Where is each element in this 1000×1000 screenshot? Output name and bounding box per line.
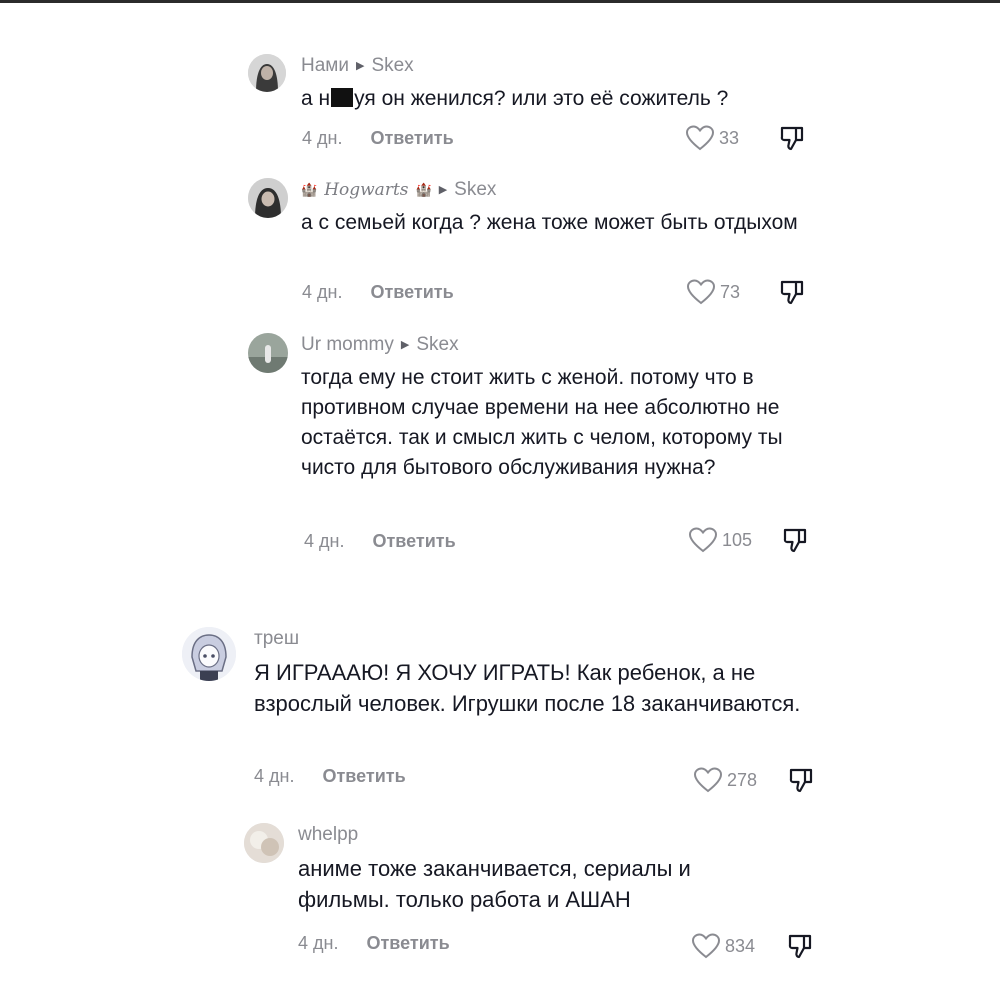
comment-actions: 4 дн. Ответить [304, 531, 456, 552]
avatar-image-icon [248, 333, 288, 373]
comment-text: тогда ему не стоит жить с женой. потому … [301, 366, 783, 479]
comment-header: Нами ▶ Skex [301, 54, 821, 78]
dislike-button[interactable] [781, 526, 809, 559]
author-name[interactable]: треш [254, 627, 299, 651]
comment-top-level: треш Я ИГРАААЮ! Я ХОЧУ ИГРАТЬ! Как ребен… [182, 627, 832, 807]
like-button[interactable]: 278 [693, 766, 757, 794]
reply-arrow-icon: ▶ [355, 60, 365, 72]
comment-header: Ur mommy ▶ Skex [301, 333, 811, 357]
reply-button[interactable]: Ответить [370, 128, 453, 149]
avatar[interactable] [182, 627, 236, 681]
reply-arrow-icon: ▶ [400, 339, 410, 351]
comment-time: 4 дн. [302, 128, 343, 148]
comment-text-start: а н [301, 87, 331, 110]
comment-reply: Нами ▶ Skex а н уя он женился? или это её… [248, 54, 828, 154]
like-button[interactable]: 105 [688, 526, 752, 554]
heart-outline-icon [688, 527, 718, 553]
dislike-button[interactable] [786, 932, 814, 965]
dislike-button[interactable] [778, 278, 806, 311]
comment-time: 4 дн. [298, 933, 339, 953]
reply-button[interactable]: Ответить [322, 766, 405, 787]
comment-header: треш [254, 627, 814, 651]
thumbs-down-icon [780, 126, 804, 151]
castle-emoji-icon: 🏰 [415, 182, 432, 197]
avatar[interactable] [248, 54, 286, 92]
comment-actions: 4 дн. Ответить [302, 282, 454, 303]
comment-actions: 4 дн. Ответить [302, 128, 454, 149]
thumbs-down-icon [789, 768, 813, 793]
comment-text: а н уя он женился? или это её сожитель ? [301, 84, 821, 114]
dislike-button[interactable] [778, 124, 806, 157]
like-count: 73 [720, 281, 741, 302]
thumbs-down-icon [788, 934, 812, 959]
avatar[interactable] [244, 823, 284, 863]
reply-button[interactable]: Ответить [370, 282, 453, 303]
castle-emoji-icon: 🏰 [301, 182, 318, 197]
avatar-image-icon [248, 54, 286, 92]
heart-outline-icon [691, 933, 721, 959]
comment-text-end: уя он женился? или это её сожитель ? [354, 87, 729, 110]
reply-to-name[interactable]: Skex [416, 333, 458, 357]
reply-arrow-icon: ▶ [438, 184, 448, 196]
reply-button[interactable]: Ответить [366, 933, 449, 954]
heart-outline-icon [693, 767, 723, 793]
comment-actions: 4 дн. Ответить [254, 766, 406, 787]
comment-actions: 4 дн. Ответить [298, 933, 450, 954]
thumbs-down-icon [783, 528, 807, 553]
comment-time: 4 дн. [302, 282, 343, 302]
avatar[interactable] [248, 333, 288, 373]
author-name[interactable]: Hogwarts [324, 178, 408, 202]
like-count: 278 [727, 769, 758, 790]
like-button[interactable]: 834 [691, 932, 755, 960]
comment-time: 4 дн. [254, 766, 295, 786]
author-name[interactable]: Нами [301, 54, 349, 78]
avatar-image-icon [248, 178, 288, 218]
author-name[interactable]: whelpp [298, 823, 358, 847]
dislike-button[interactable] [787, 766, 815, 799]
comment-header: whelpp [298, 823, 768, 847]
avatar-image-icon [244, 823, 284, 863]
comment-text: Я ИГРАААЮ! Я ХОЧУ ИГРАТЬ! Как ребенок, а… [254, 660, 801, 716]
avatar-image-icon [182, 627, 236, 681]
heart-outline-icon [686, 279, 716, 305]
avatar[interactable] [248, 178, 288, 218]
author-name[interactable]: Ur mommy [301, 333, 394, 357]
heart-outline-icon [685, 125, 715, 151]
redaction-box [331, 88, 354, 107]
like-button[interactable]: 73 [686, 278, 740, 306]
like-count: 33 [719, 127, 740, 148]
comment-reply: whelpp аниме тоже заканчивается, сериалы… [244, 823, 824, 973]
reply-to-name[interactable]: Skex [454, 178, 496, 202]
reply-button[interactable]: Ответить [372, 531, 455, 552]
top-border [0, 0, 1000, 3]
reply-to-name[interactable]: Skex [371, 54, 413, 78]
comment-header: 🏰 Hogwarts 🏰 ▶ Skex [301, 178, 801, 202]
thumbs-down-icon [780, 280, 804, 305]
like-count: 105 [722, 529, 753, 550]
like-button[interactable]: 33 [685, 124, 739, 152]
comment-text: аниме тоже заканчивается, сериалы и филь… [298, 856, 691, 912]
comment-time: 4 дн. [304, 531, 345, 551]
comment-reply: 🏰 Hogwarts 🏰 ▶ Skex а с семьей когда ? ж… [248, 178, 828, 308]
comment-text: а с семьей когда ? жена тоже может быть … [301, 211, 798, 234]
like-count: 834 [725, 935, 756, 956]
comment-reply: Ur mommy ▶ Skex тогда ему не стоит жить … [248, 333, 828, 558]
